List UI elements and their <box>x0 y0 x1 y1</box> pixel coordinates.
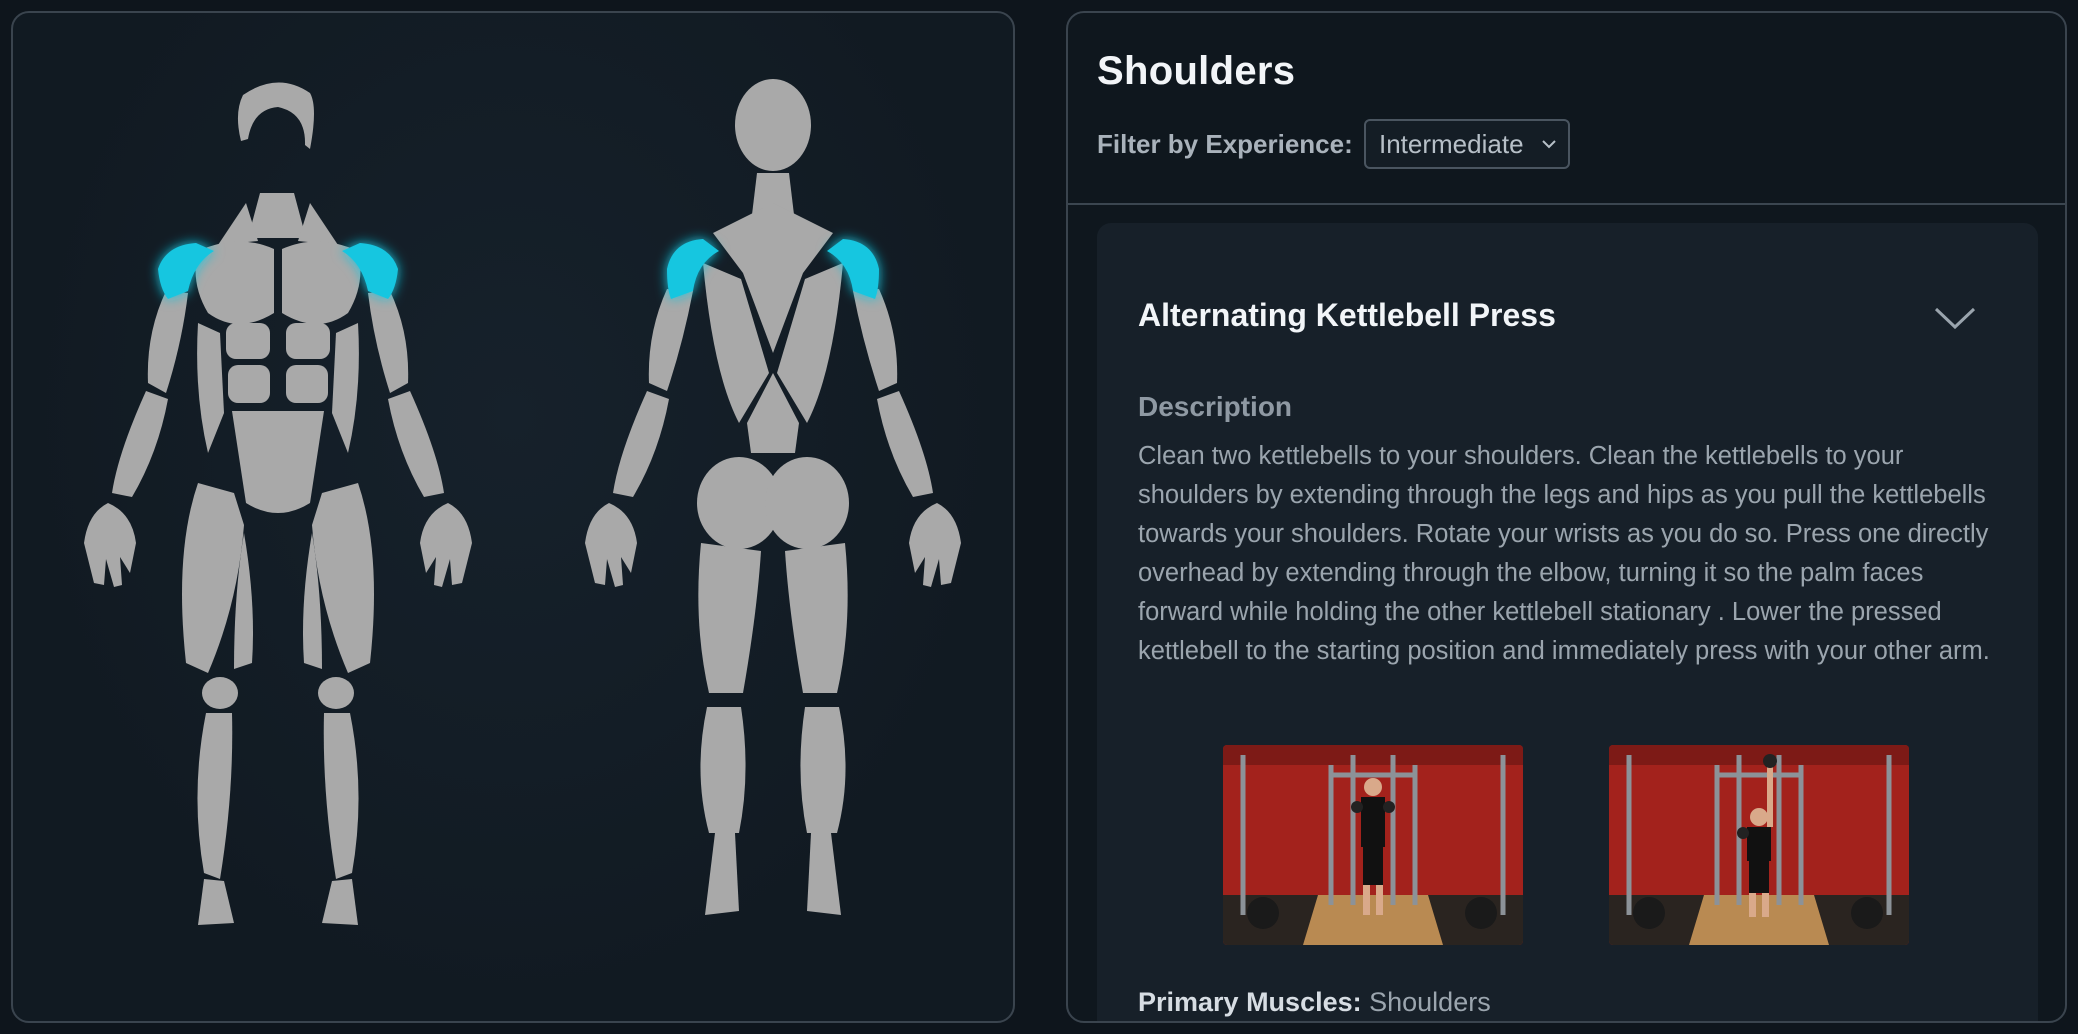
back-hamstring-left <box>698 543 761 693</box>
front-ab-1l <box>226 323 270 359</box>
front-ab-2r <box>286 365 328 403</box>
back-hand-right <box>909 503 961 587</box>
front-foot-left <box>198 879 234 925</box>
front-shin-right <box>323 713 359 879</box>
back-calf-left <box>700 707 746 833</box>
front-ab-lower <box>232 411 324 513</box>
chevron-down-icon <box>1542 140 1556 149</box>
back-foot-left <box>705 833 739 915</box>
back-hamstring-right <box>785 543 848 693</box>
back-glute-right <box>765 457 849 549</box>
exercise-name[interactable]: Alternating Kettlebell Press <box>1138 297 1556 334</box>
exercise-image-press[interactable] <box>1609 745 1909 945</box>
front-foot-right <box>322 879 358 925</box>
primary-muscles-label: Primary Muscles: <box>1138 987 1362 1017</box>
back-forearm-right <box>877 391 933 497</box>
exercise-details-panel: Shoulders Filter by Experience: Intermed… <box>1066 11 2067 1023</box>
back-calf-right <box>800 707 846 833</box>
chevron-down-icon[interactable] <box>1932 303 1978 333</box>
front-trap-left <box>218 203 258 245</box>
description-heading: Description <box>1138 391 1293 422</box>
back-head <box>735 79 811 171</box>
front-body-figure <box>84 82 472 925</box>
front-forearm-left <box>112 391 168 497</box>
back-forearm-left <box>613 391 669 497</box>
primary-muscles-value: Shoulders <box>1369 987 1491 1017</box>
front-hand-right <box>420 503 472 587</box>
experience-filter-select[interactable]: Intermediate <box>1364 119 1570 169</box>
exercise-card: Alternating Kettlebell Press Description… <box>1097 223 2038 1021</box>
exercise-image-start[interactable] <box>1223 745 1523 945</box>
front-hand-left <box>84 503 136 587</box>
front-oblique-right <box>332 323 359 453</box>
experience-filter-value: Intermediate <box>1379 128 1524 159</box>
back-body-figure <box>585 79 961 915</box>
front-ab-2l <box>228 365 270 403</box>
filter-label: Filter by Experience: <box>1097 129 1353 159</box>
front-neck <box>248 193 306 238</box>
muscle-map-panel <box>11 11 1015 1023</box>
muscle-title: Shoulders <box>1097 49 1296 93</box>
details-header: Shoulders Filter by Experience: Intermed… <box>1068 13 2065 205</box>
front-forearm-right <box>388 391 444 497</box>
front-ab-1r <box>286 323 330 359</box>
back-tricep-right <box>853 289 898 391</box>
front-knee-left <box>202 677 238 709</box>
primary-muscles: Primary Muscles: Shoulders <box>1138 987 1491 1018</box>
front-bicep-right <box>368 291 409 393</box>
back-foot-right <box>807 833 841 915</box>
front-bicep-left <box>147 291 188 393</box>
front-oblique-left <box>197 323 224 453</box>
front-shin-left <box>197 713 233 879</box>
front-knee-right <box>318 677 354 709</box>
back-tricep-left <box>648 289 693 391</box>
front-head <box>237 82 314 149</box>
back-hand-left <box>585 503 637 587</box>
description-text: Clean two kettlebells to your shoulders.… <box>1138 442 1990 665</box>
front-trap-right <box>298 203 338 245</box>
